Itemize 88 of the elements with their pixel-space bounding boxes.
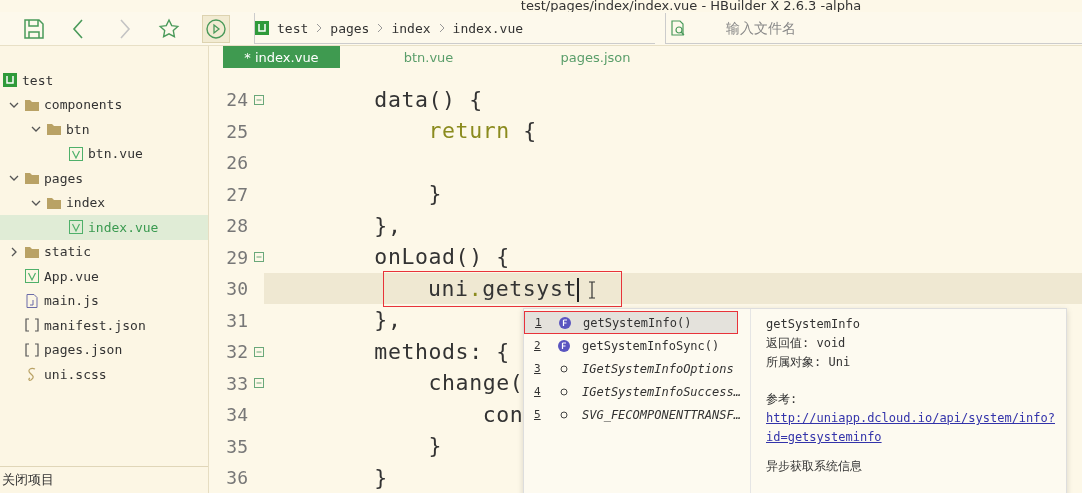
- code-line: methods: {: [373, 337, 510, 366]
- line-number: 27: [226, 183, 248, 205]
- tree-item[interactable]: test: [0, 68, 208, 93]
- tree-item[interactable]: btn: [0, 117, 208, 142]
- suggestion-item[interactable]: 1 getSystemInfo(): [524, 311, 738, 334]
- code-line: },: [373, 211, 402, 240]
- code-line: return {: [427, 117, 537, 146]
- tree-item[interactable]: main.js: [0, 288, 208, 313]
- doc-return-type: 返回值: void: [766, 335, 847, 352]
- json-file-icon: [25, 342, 39, 357]
- chevron-icon: [316, 23, 323, 33]
- line-number: 25: [226, 120, 248, 142]
- tree-item[interactable]: pages.json: [0, 337, 208, 362]
- code-line: }: [373, 463, 388, 492]
- tree-item[interactable]: uni.scss: [0, 362, 208, 387]
- fold-icon[interactable]: [254, 94, 264, 105]
- fold-icon[interactable]: [254, 378, 264, 389]
- tree-item[interactable]: static: [0, 239, 208, 264]
- code-line: con: [481, 400, 524, 429]
- breadcrumb-item[interactable]: pages: [330, 20, 370, 36]
- doc-link[interactable]: http://uniapp.dcloud.io/api/system/info?id=getsysteminfo: [766, 409, 1058, 447]
- function-icon: [558, 339, 570, 352]
- vue-file-icon: [69, 220, 83, 235]
- line-number: 33: [226, 372, 248, 394]
- run-icon: [204, 16, 228, 41]
- line-number: 34: [226, 404, 248, 426]
- chevron-icon: [377, 23, 384, 33]
- code-line: data() {: [373, 85, 483, 114]
- project-icon: [3, 73, 17, 88]
- save-icon: [22, 16, 46, 41]
- code-line: onLoad() {: [373, 243, 510, 272]
- breadcrumb-item[interactable]: index.vue: [452, 20, 524, 36]
- doc-owner: 所属对象: Uni: [766, 354, 852, 371]
- doc-description: 异步获取系统信息: [766, 458, 863, 475]
- folder-icon: [47, 195, 61, 210]
- suggestion-item[interactable]: 5 SVG_FECOMPONENTTRANSF…: [524, 403, 750, 426]
- line-number: 28: [226, 215, 248, 237]
- circle-icon: [558, 408, 570, 421]
- fold-icon[interactable]: [254, 346, 264, 357]
- folder-icon: [25, 244, 39, 259]
- code-line: }: [427, 432, 443, 461]
- line-number: 26: [226, 152, 248, 174]
- tree-item[interactable]: components: [0, 92, 208, 117]
- file-search-icon: [670, 20, 686, 36]
- json-file-icon: [25, 318, 39, 333]
- js-file-icon: [25, 293, 39, 308]
- text-caret: [577, 277, 579, 302]
- editor-tab[interactable]: * index.vue: [223, 46, 340, 68]
- star-button[interactable]: [157, 16, 181, 41]
- run-button[interactable]: [202, 14, 230, 43]
- line-number: 29: [226, 246, 248, 268]
- doc-reference-label: 参考:: [766, 391, 799, 408]
- function-icon: [559, 316, 571, 329]
- line-number: 30: [226, 278, 248, 300]
- tree-item[interactable]: pages: [0, 166, 208, 191]
- line-number: 35: [226, 435, 248, 457]
- star-icon: [157, 16, 181, 41]
- tree-item[interactable]: manifest.json: [0, 313, 208, 338]
- code-line: change(: [427, 369, 524, 398]
- line-number: 36: [226, 467, 248, 489]
- chevron-icon: [438, 23, 445, 33]
- vue-file-icon: [69, 146, 83, 161]
- project-icon: [255, 21, 269, 35]
- tree-item[interactable]: index: [0, 190, 208, 215]
- folder-icon: [25, 171, 39, 186]
- doc-name: getSystemInfo: [766, 316, 861, 333]
- line-number: 32: [226, 341, 248, 363]
- line-number: 24: [226, 89, 248, 111]
- breadcrumb-item[interactable]: index: [391, 20, 431, 36]
- folder-icon: [47, 122, 61, 137]
- breadcrumb-item[interactable]: test: [277, 20, 309, 36]
- save-button[interactable]: [22, 16, 46, 41]
- folder-icon: [25, 97, 39, 112]
- suggestion-item[interactable]: 3 IGetSystemInfoOptions: [524, 357, 750, 380]
- fold-icon[interactable]: [254, 252, 264, 263]
- closed-projects-label[interactable]: 关闭项目: [0, 466, 208, 493]
- code-line: }: [427, 180, 443, 209]
- window-title: test/pages/index/index.vue - HBuilder X 2.6.3 -alpha: [519, 0, 863, 12]
- suggestion-item[interactable]: 4 IGetSystemInfoSuccess…: [524, 380, 750, 403]
- tree-item[interactable]: btn.vue: [0, 141, 208, 166]
- text-cursor-icon: [587, 280, 597, 299]
- suggestion-item[interactable]: 2 getSystemInfoSync(): [524, 334, 750, 357]
- tree-item[interactable]: App.vue: [0, 264, 208, 289]
- line-number: 31: [226, 309, 248, 331]
- circle-icon: [558, 385, 570, 398]
- vue-file-icon: [25, 269, 39, 284]
- code-line: },: [373, 306, 402, 335]
- circle-icon: [558, 362, 570, 375]
